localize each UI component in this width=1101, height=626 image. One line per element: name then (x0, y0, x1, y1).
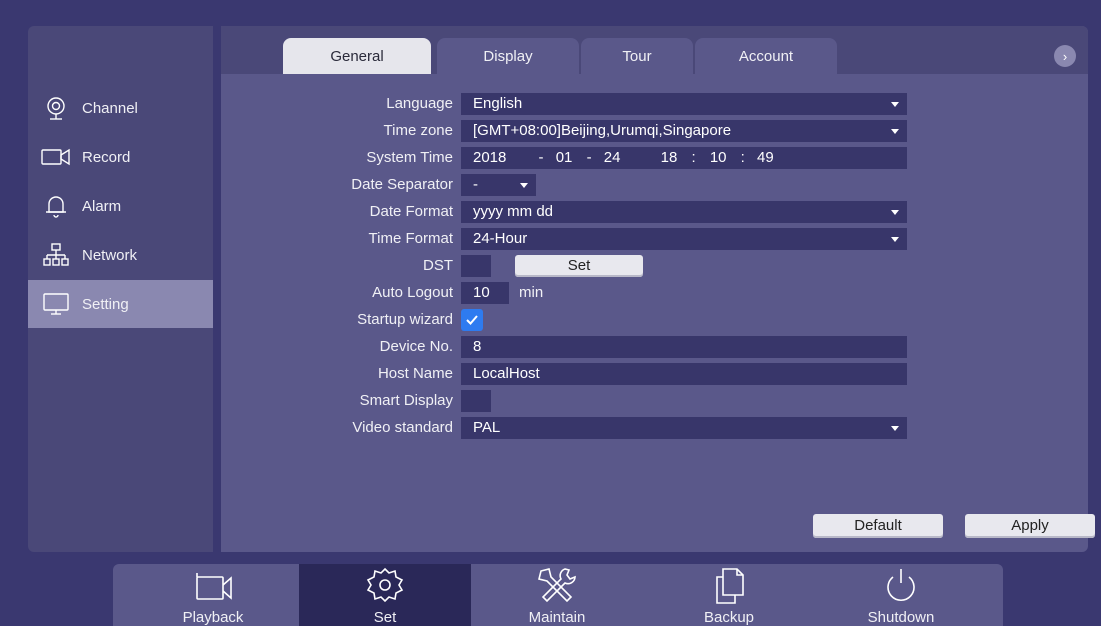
sidebar-item-label: Setting (82, 295, 129, 313)
dst-label: DST (423, 257, 453, 274)
host-name-row: Host Name LocalHost (221, 362, 1088, 386)
tab-tour[interactable]: Tour (581, 38, 693, 74)
bottom-toolbar: Playback Set Maintain Backup Shutdown (113, 564, 1003, 626)
toolbar-backup[interactable]: Backup (643, 564, 815, 626)
date-separator-select[interactable]: - (461, 174, 536, 196)
date-separator-label: Date Separator (351, 176, 453, 193)
video-standard-select[interactable]: PAL (461, 417, 907, 439)
startup-wizard-label: Startup wizard (357, 311, 453, 328)
toolbar-label: Backup (703, 609, 755, 626)
smart-display-row: Smart Display (221, 389, 1088, 413)
host-name-label: Host Name (377, 365, 453, 382)
next-tab-button[interactable]: › (1054, 45, 1076, 67)
toolbar-playback[interactable]: Playback (127, 564, 299, 626)
bell-icon (38, 191, 74, 221)
timezone-label: Time zone (383, 122, 453, 139)
default-button[interactable]: Default (813, 514, 943, 538)
toolbar-maintain[interactable]: Maintain (471, 564, 643, 626)
sidebar: Channel Record Alarm Network Setting (28, 26, 213, 552)
date-format-select[interactable]: yyyy mm dd (461, 201, 907, 223)
auto-logout-input[interactable]: 10 (461, 282, 509, 304)
tab-bar: General Display Tour Account › (221, 26, 1088, 74)
tools-icon (538, 568, 576, 603)
device-no-label: Device No. (379, 338, 453, 355)
time-format-select[interactable]: 24-Hour (461, 228, 907, 250)
video-camera-icon (196, 573, 232, 600)
auto-logout-label: Auto Logout (372, 284, 453, 301)
dst-checkbox[interactable] (461, 255, 491, 277)
date-separator-row: Date Separator - (221, 173, 1088, 197)
tab-display[interactable]: Display (437, 38, 579, 74)
sidebar-item-label: Record (82, 148, 131, 166)
caret-down-icon (891, 426, 899, 431)
system-time-field[interactable]: 2018 - 01 - 24 18 : 10 : 49 (461, 147, 907, 169)
language-label: Language (386, 95, 453, 112)
sidebar-item-label: Channel (82, 99, 138, 117)
smart-display-label: Smart Display (359, 392, 453, 409)
date-format-row: Date Format yyyy mm dd (221, 200, 1088, 224)
hour-field[interactable]: 18 (661, 149, 678, 166)
startup-wizard-checkbox[interactable] (461, 309, 483, 331)
time-format-row: Time Format 24-Hour (221, 227, 1088, 251)
language-select[interactable]: English (461, 93, 907, 115)
sidebar-item-setting[interactable]: Setting (28, 280, 213, 328)
chevron-right-icon: › (1062, 48, 1068, 64)
auto-logout-row: Auto Logout 10 min (221, 281, 1088, 305)
startup-wizard-row: Startup wizard (221, 308, 1088, 332)
monitor-icon (38, 289, 74, 319)
dst-row: DST Set (221, 254, 1088, 278)
sidebar-item-network[interactable]: Network (28, 231, 213, 279)
toolbar-label: Maintain (528, 609, 586, 626)
caret-down-icon (891, 210, 899, 215)
apply-button[interactable]: Apply (965, 514, 1095, 538)
time-format-label: Time Format (368, 230, 453, 247)
sidebar-item-alarm[interactable]: Alarm (28, 182, 213, 230)
day-field[interactable]: 24 (604, 149, 621, 166)
settings-window: Channel Record Alarm Network Setting Gen… (28, 26, 1095, 552)
caret-down-icon (520, 183, 528, 188)
caret-down-icon (891, 129, 899, 134)
device-no-row: Device No. 8 (221, 335, 1088, 359)
dst-set-button[interactable]: Set (515, 255, 643, 277)
auto-logout-unit: min (519, 284, 544, 301)
toolbar-label: Set (373, 609, 397, 626)
date-format-label: Date Format (369, 203, 453, 220)
camera-icon (38, 93, 74, 123)
tab-general[interactable]: General (283, 38, 431, 74)
toolbar-shutdown[interactable]: Shutdown (815, 564, 987, 626)
toolbar-label: Shutdown (867, 609, 935, 626)
gear-icon (366, 567, 404, 603)
month-field[interactable]: 01 (556, 149, 573, 166)
network-icon (38, 240, 74, 270)
second-field[interactable]: 49 (757, 149, 774, 166)
settings-panel: General Display Tour Account › Language … (221, 26, 1095, 552)
power-icon (887, 569, 915, 602)
toolbar-set[interactable]: Set (299, 564, 471, 626)
device-no-input[interactable]: 8 (461, 336, 907, 358)
host-name-input[interactable]: LocalHost (461, 363, 907, 385)
files-icon (716, 568, 744, 604)
language-row: Language English (221, 92, 1088, 116)
system-time-label: System Time (366, 149, 453, 166)
caret-down-icon (891, 102, 899, 107)
caret-down-icon (891, 237, 899, 242)
timezone-select[interactable]: [GMT+08:00]Beijing,Urumqi,Singapore (461, 120, 907, 142)
smart-display-checkbox[interactable] (461, 390, 491, 412)
sidebar-item-channel[interactable]: Channel (28, 84, 213, 132)
sidebar-item-label: Network (82, 246, 138, 264)
minute-field[interactable]: 10 (710, 149, 727, 166)
video-standard-label: Video standard (352, 419, 453, 436)
year-field[interactable]: 2018 (473, 149, 506, 166)
toolbar-label: Playback (182, 609, 244, 626)
tab-account[interactable]: Account (695, 38, 837, 74)
video-camera-icon (38, 142, 74, 172)
system-time-row: System Time 2018 - 01 - 24 18 : 10 : 49 (221, 146, 1088, 170)
checkmark-icon (466, 315, 478, 325)
video-standard-row: Video standard PAL (221, 416, 1088, 440)
sidebar-item-record[interactable]: Record (28, 133, 213, 181)
sidebar-item-label: Alarm (82, 197, 122, 215)
timezone-row: Time zone [GMT+08:00]Beijing,Urumqi,Sing… (221, 119, 1088, 143)
